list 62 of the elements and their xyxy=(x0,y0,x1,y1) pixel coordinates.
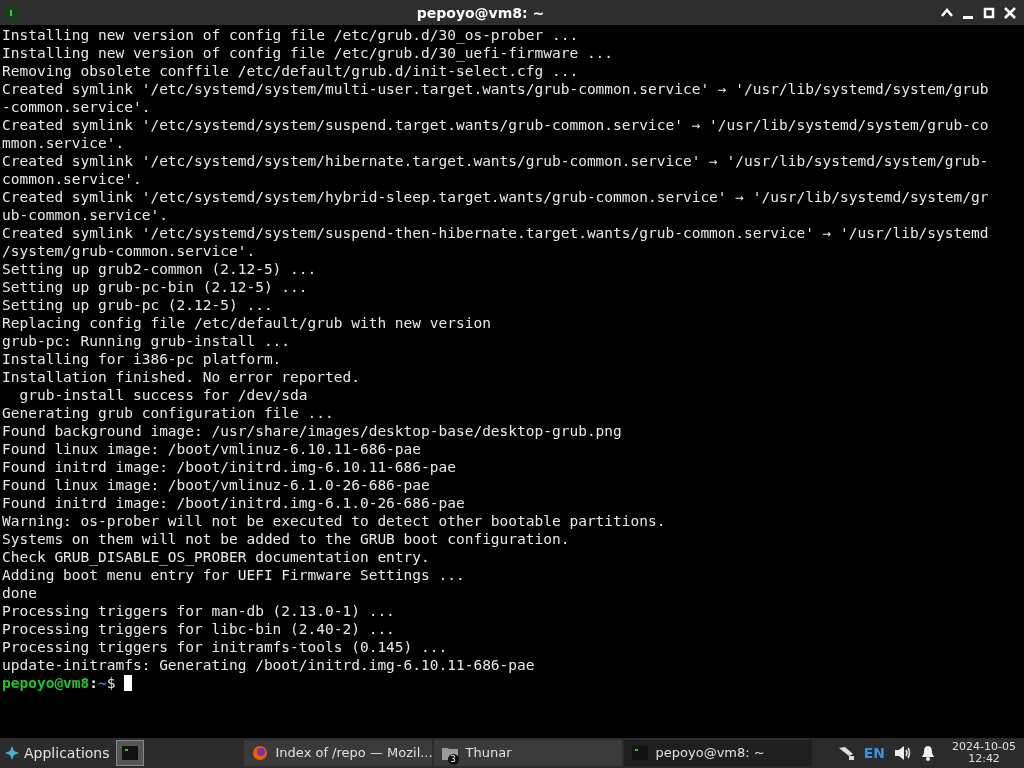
terminal-line: Processing triggers for libc-bin (2.40-2) ... xyxy=(2,621,395,637)
shade-icon[interactable] xyxy=(941,6,953,19)
terminal-line: Found background image: /usr/share/images/desktop-base/desktop-grub.png xyxy=(2,423,622,439)
terminal-line: Installation finished. No error reported. xyxy=(2,369,360,385)
terminal-line: Created symlink '/etc/systemd/system/hybrid-sleep.target.wants/grub-common.service' → '/usr/lib/systemd/system/gr xyxy=(2,189,989,205)
clock-time: 12:42 xyxy=(968,753,1000,765)
keyboard-layout[interactable]: EN xyxy=(863,742,886,764)
terminal-line: mmon.service'. xyxy=(2,135,125,151)
browser-icon xyxy=(251,745,268,761)
close-icon[interactable] xyxy=(1004,6,1016,19)
terminal-line: grub-install success for /dev/sda xyxy=(18,387,308,403)
terminal-launcher[interactable] xyxy=(115,740,144,766)
terminal-line: Installing for i386-pc platform. xyxy=(2,351,282,367)
terminal-line: Created symlink '/etc/systemd/system/suspend.target.wants/grub-common.service' → '/usr/lib/systemd/system/grub-co xyxy=(2,117,989,133)
terminal-line: -common.service'. xyxy=(2,99,151,115)
terminal-line: Installing new version of config file /etc/grub.d/30_uefi-firmware ... xyxy=(2,45,614,61)
terminal-line: done xyxy=(2,585,37,601)
terminal-icon xyxy=(631,746,648,760)
prompt-separator: : xyxy=(89,674,99,692)
terminal-line: Created symlink '/etc/systemd/system/hibernate.target.wants/grub-common.service' → '/usr/lib/systemd/system/grub- xyxy=(2,153,989,169)
terminal-line: ub-common.service'. xyxy=(2,207,168,223)
taskbar-window-button[interactable]: Index of /repo — Mozil... xyxy=(243,740,432,766)
prompt-symbol: $ xyxy=(106,674,117,692)
prompt-user-host: pepoyo@vm8 xyxy=(2,674,90,692)
terminal-line: Processing triggers for man-db (2.13.0-1) ... xyxy=(2,603,395,619)
terminal-line: Found linux image: /boot/vmlinuz-6.1.0-26-686-pae xyxy=(2,477,430,493)
maximize-icon[interactable] xyxy=(983,6,995,19)
terminal-line: Replacing config file /etc/default/grub with new version xyxy=(2,315,491,331)
terminal-line: Setting up grub-pc-bin (2.12-5) ... xyxy=(2,279,308,295)
terminal-line: Removing obsolete conffile /etc/default/grub.d/init-select.cfg ... xyxy=(2,63,579,79)
terminal-line: Created symlink '/etc/systemd/system/suspend-then-hibernate.target.wants/grub-common.service' → '/usr/lib/systemd xyxy=(2,225,989,241)
terminal-line: Warning: os-prober will not be executed to detect other bootable partitions. xyxy=(2,513,666,529)
terminal-line: Found initrd image: /boot/initrd.img-6.10.11-686-pae xyxy=(2,459,456,475)
terminal-line: Setting up grub2-common (2.12-5) ... xyxy=(2,261,317,277)
folder-icon xyxy=(441,746,458,760)
terminal-line: Check GRUB_DISABLE_OS_PROBER documentation entry. xyxy=(2,549,430,565)
window-title: pepoyo@vm8: ~ xyxy=(416,4,545,21)
volume-icon[interactable] xyxy=(894,745,913,761)
terminal-line: Systems on them will not be added to the GRUB boot configuration. xyxy=(2,531,570,547)
terminal-icon xyxy=(121,746,138,760)
terminal-line: Found linux image: /boot/vmlinuz-6.10.11-686-pae xyxy=(2,441,422,457)
terminal-line: grub-pc: Running grub-install ... xyxy=(2,333,291,349)
terminal-line: Created symlink '/etc/systemd/system/multi-user.target.wants/grub-common.service' → '/usr/lib/systemd/system/grub xyxy=(2,81,989,97)
bell-icon[interactable] xyxy=(921,745,936,761)
terminal-line: update-initramfs: Generating /boot/initrd.img-6.10.11-686-pae xyxy=(2,657,535,673)
window-count-badge: 3 xyxy=(447,754,459,765)
applications-menu[interactable]: Applications xyxy=(0,738,114,768)
menu-logo-icon xyxy=(4,745,20,761)
text-cursor xyxy=(124,675,133,691)
taskbar-window-button[interactable]: pepoyo@vm8: ~ xyxy=(623,740,812,766)
terminal-line: /system/grub-common.service'. xyxy=(2,243,256,259)
terminal-line: Processing triggers for initramfs-tools (0.145) ... xyxy=(2,639,448,655)
prompt-path: ~ xyxy=(98,674,107,692)
terminal-icon xyxy=(4,4,20,21)
terminal-line: Found initrd image: /boot/initrd.img-6.1.0-26-686-pae xyxy=(2,495,465,511)
terminal-line: Installing new version of config file /etc/grub.d/30_os-prober ... xyxy=(2,27,579,43)
taskbar-window-button[interactable]: 3 Thunar xyxy=(433,740,622,766)
clock-date: 2024-10-05 xyxy=(952,741,1016,753)
terminal-line: common.service'. xyxy=(2,171,142,187)
terminal-line: Generating grub configuration file ... xyxy=(2,405,334,421)
terminal-line: Setting up grub-pc (2.12-5) ... xyxy=(2,297,273,313)
terminal-line: Adding boot menu entry for UEFI Firmware Settings ... xyxy=(2,567,465,583)
